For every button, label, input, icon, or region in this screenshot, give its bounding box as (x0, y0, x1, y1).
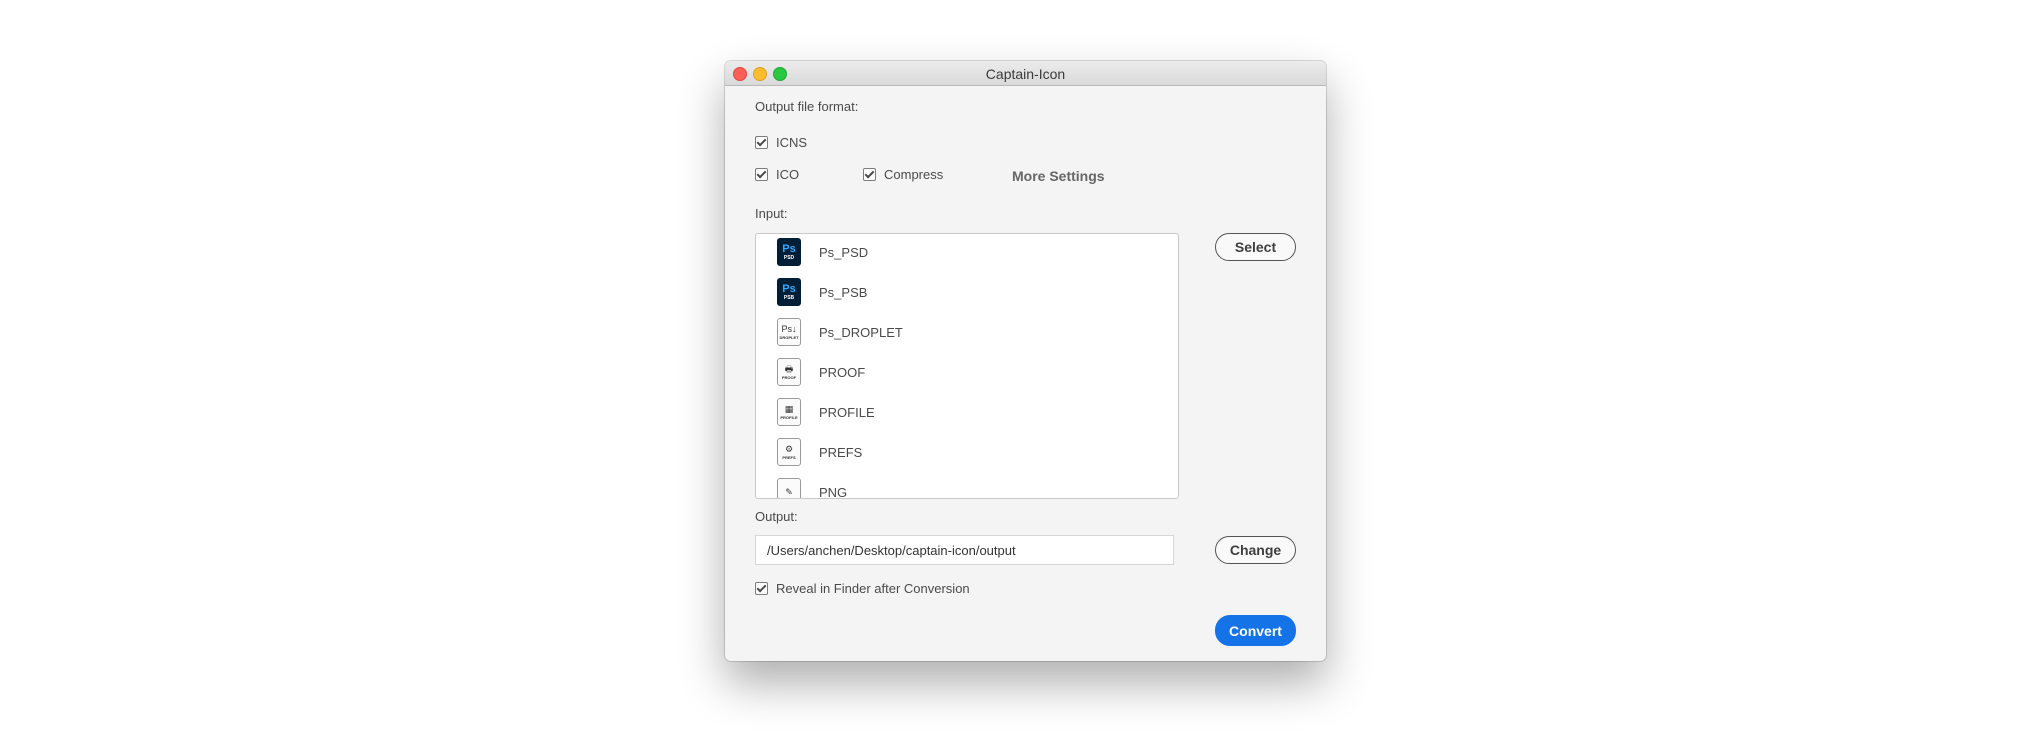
list-item-label: Ps_DROPLET (819, 324, 903, 340)
checkbox-checked-icon (863, 168, 876, 181)
checkbox-checked-icon (755, 582, 768, 595)
ico-checkbox[interactable]: ICO (755, 167, 799, 182)
list-item[interactable]: Ps↓ DROPLET Ps_DROPLET (777, 317, 903, 347)
list-item-label: PROFILE (819, 404, 875, 420)
window-title: Captain-Icon (985, 66, 1066, 82)
change-button[interactable]: Change (1215, 536, 1296, 564)
list-item[interactable]: Ps PSD Ps_PSD (777, 237, 868, 267)
proof-printer-icon: 🖶 PROOF (777, 358, 801, 386)
more-settings-link[interactable]: More Settings (1012, 168, 1105, 184)
list-item-label: PREFS (819, 444, 863, 460)
output-format-label: Output file format: (755, 99, 859, 114)
list-item-label: PNG (819, 484, 848, 499)
convert-button[interactable]: Convert (1215, 615, 1296, 646)
checkbox-checked-icon (755, 136, 768, 149)
list-item[interactable]: ⚙ PREFS PREFS (777, 437, 862, 467)
list-item-label: Ps_PSB (819, 284, 868, 300)
list-item[interactable]: 🖶 PROOF PROOF (777, 357, 865, 387)
list-item[interactable]: Ps PSB Ps_PSB (777, 277, 867, 307)
output-path-field[interactable]: /Users/anchen/Desktop/captain-icon/outpu… (755, 535, 1174, 565)
input-label: Input: (755, 206, 788, 221)
prefs-sliders-icon: ⚙ PREFS (777, 438, 801, 466)
photoshop-psb-icon: Ps PSB (777, 278, 801, 306)
photoshop-droplet-icon: Ps↓ DROPLET (777, 318, 801, 346)
reveal-in-finder-label: Reveal in Finder after Conversion (776, 581, 970, 596)
compress-checkbox[interactable]: Compress (863, 167, 943, 182)
icns-checkbox[interactable]: ICNS (755, 135, 807, 150)
list-item-label: Ps_PSD (819, 244, 869, 260)
photoshop-psd-icon: Ps PSD (777, 238, 801, 266)
list-item-label: PROOF (819, 364, 866, 380)
compress-label: Compress (884, 167, 944, 182)
output-label: Output: (755, 509, 798, 524)
list-item[interactable]: ✎ PNG (777, 477, 848, 499)
ico-label: ICO (776, 167, 800, 182)
reveal-in-finder-checkbox[interactable]: Reveal in Finder after Conversion (755, 581, 970, 596)
profile-grid-icon: ▦ PROFILE (777, 398, 801, 426)
png-image-icon: ✎ (777, 478, 801, 498)
icns-label: ICNS (776, 135, 808, 150)
checkbox-checked-icon (755, 168, 768, 181)
app-window: Captain-Icon Output file format: ICNS IC… (725, 61, 1326, 661)
title-bar: Captain-Icon (725, 61, 1326, 86)
list-item[interactable]: ▦ PROFILE PROFILE (777, 397, 875, 427)
select-button[interactable]: Select (1215, 233, 1296, 261)
input-file-list[interactable]: Ps PSD Ps_PSD Ps PSB Ps_PSB Ps↓ DROPLET … (755, 233, 1179, 499)
